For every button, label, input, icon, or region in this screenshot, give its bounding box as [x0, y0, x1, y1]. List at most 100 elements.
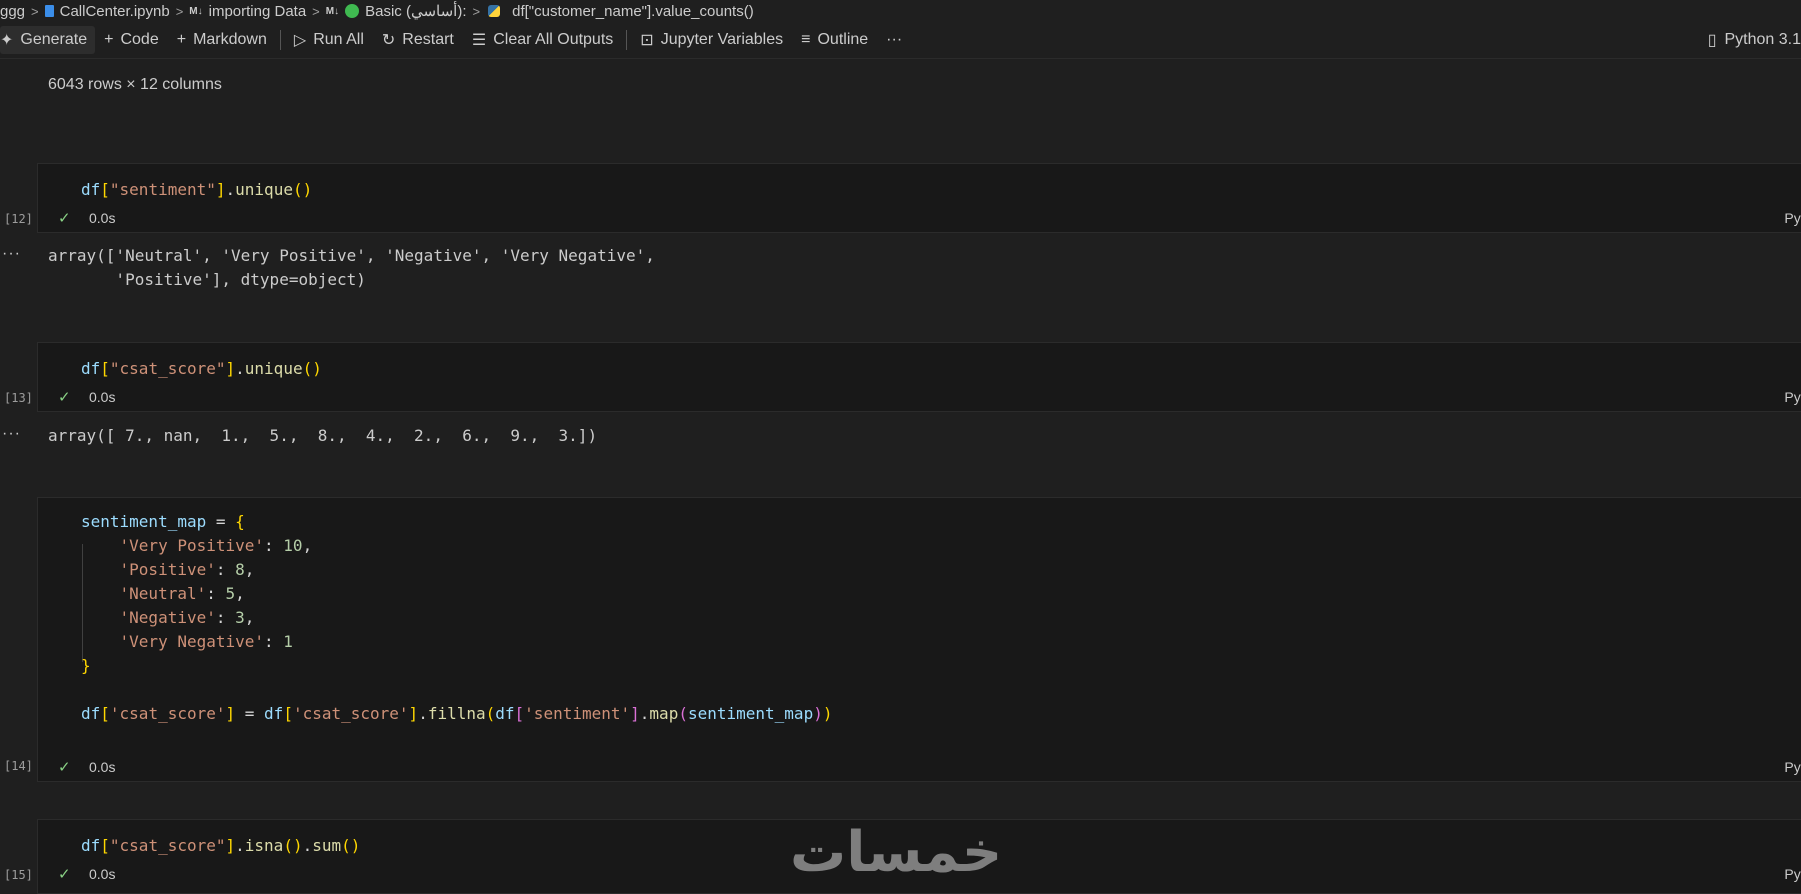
plus-icon: +: [177, 31, 186, 49]
cell-language[interactable]: Python: [1784, 210, 1801, 226]
code-cell[interactable]: sentiment_map = { 'Very Positive': 10, '…: [37, 497, 1801, 782]
code-token: "csat_score": [110, 359, 226, 378]
cell-status-bar: ✓ 0.0s Python: [38, 209, 1801, 229]
code-cell[interactable]: df["csat_score"].unique() ✓ 0.0s Python: [37, 342, 1801, 412]
cell-language[interactable]: Python: [1784, 389, 1801, 405]
breadcrumb-item-subsection[interactable]: Basic (أساسي):: [365, 2, 466, 20]
breadcrumb-item-section[interactable]: importing Data: [209, 3, 307, 20]
restart-button[interactable]: ↻ Restart: [373, 26, 463, 54]
execution-count: [13]: [4, 391, 33, 405]
breadcrumb-item-cell[interactable]: df["customer_name"].value_counts(): [512, 3, 754, 20]
play-icon: ▷: [294, 30, 306, 50]
sparkle-icon: ✦: [0, 30, 13, 50]
add-code-button[interactable]: + Code: [95, 26, 168, 54]
toolbar-divider: [626, 30, 627, 50]
code-token: 'Positive': [120, 560, 216, 579]
code-token: 'sentiment': [524, 704, 630, 723]
add-markdown-button[interactable]: + Markdown: [168, 26, 276, 54]
code-token: 5: [226, 584, 236, 603]
clear-all-outputs-button[interactable]: ☰ Clear All Outputs: [463, 26, 622, 54]
check-icon: ✓: [58, 388, 71, 406]
cell-code[interactable]: df["sentiment"].unique(): [81, 178, 312, 202]
code-token: 'csat_score': [110, 704, 226, 723]
clear-all-label: Clear All Outputs: [493, 31, 613, 49]
chevron-right-icon: >: [473, 4, 481, 19]
output-line: array([ 7., nan, 1., 5., 8., 4., 2., 6.,…: [48, 424, 597, 448]
code-token: fillna: [428, 704, 486, 723]
code-token: "sentiment": [110, 180, 216, 199]
outline-button[interactable]: ≡ Outline: [792, 26, 877, 54]
execution-time: 0.0s: [89, 866, 115, 882]
code-label: Code: [120, 31, 158, 49]
check-icon: ✓: [58, 865, 71, 883]
kernel-icon: ▯: [1708, 30, 1717, 50]
restart-label: Restart: [402, 31, 454, 49]
watermark-logo: خمسات: [790, 820, 1002, 885]
outline-label: Outline: [817, 31, 868, 49]
code-token: 'Very Positive': [120, 536, 265, 555]
output-more-icon[interactable]: ···: [2, 425, 21, 443]
markdown-icon: M↓: [189, 6, 202, 17]
cell-output: array(['Neutral', 'Very Positive', 'Nega…: [48, 244, 655, 292]
restart-icon: ↻: [382, 30, 395, 50]
run-all-label: Run All: [313, 31, 364, 49]
markdown-icon: M↓: [326, 6, 339, 17]
code-token: map: [649, 704, 678, 723]
generate-label: Generate: [20, 31, 87, 49]
code-token: 'csat_score': [293, 704, 409, 723]
kernel-picker[interactable]: ▯ Python 3.1: [1708, 22, 1801, 58]
cell-output: array([ 7., nan, 1., 5., 8., 4., 2., 6.,…: [48, 424, 597, 448]
code-token: sentiment_map: [688, 704, 813, 723]
chevron-right-icon: >: [312, 4, 320, 19]
jupyter-variables-button[interactable]: ⊡ Jupyter Variables: [631, 26, 792, 54]
code-token: df: [81, 704, 100, 723]
code-token: 'Negative': [120, 608, 216, 627]
jupyter-variables-label: Jupyter Variables: [661, 31, 783, 49]
code-token: unique: [245, 359, 303, 378]
chevron-right-icon: >: [31, 4, 39, 19]
cell-code[interactable]: sentiment_map = { 'Very Positive': 10, '…: [81, 510, 832, 726]
code-token: 10: [283, 536, 302, 555]
chevron-right-icon: >: [176, 4, 184, 19]
list-icon: ≡: [801, 31, 810, 49]
python-icon: [488, 5, 500, 17]
code-token: df: [495, 704, 514, 723]
run-all-button[interactable]: ▷ Run All: [285, 26, 373, 54]
code-token: 8: [235, 560, 245, 579]
code-token: df: [81, 180, 100, 199]
code-token: df: [81, 359, 100, 378]
execution-count: [15]: [4, 868, 33, 882]
check-icon: ✓: [58, 209, 71, 227]
ellipsis-icon: ···: [886, 31, 902, 49]
execution-time: 0.0s: [89, 759, 115, 775]
output-line: 'Positive'], dtype=object): [48, 268, 655, 292]
breadcrumb-item-folder[interactable]: ggg: [0, 3, 25, 20]
status-dot-icon: [345, 4, 359, 18]
execution-time: 0.0s: [89, 389, 115, 405]
code-token: unique: [235, 180, 293, 199]
cell-language[interactable]: Python: [1784, 759, 1801, 775]
code-token: isna: [245, 836, 284, 855]
code-token: sum: [312, 836, 341, 855]
more-actions-button[interactable]: ···: [877, 26, 911, 54]
code-token: df: [81, 836, 100, 855]
code-token: 1: [283, 632, 293, 651]
execution-time: 0.0s: [89, 210, 115, 226]
variables-icon: ⊡: [640, 30, 653, 50]
cell-code[interactable]: df["csat_score"].unique(): [81, 357, 322, 381]
cell-code[interactable]: df["csat_score"].isna().sum(): [81, 834, 360, 858]
code-token: 'Very Negative': [120, 632, 265, 651]
code-cell[interactable]: df["sentiment"].unique() ✓ 0.0s Python: [37, 163, 1801, 233]
breadcrumb-item-notebook[interactable]: CallCenter.ipynb: [60, 3, 170, 20]
output-more-icon[interactable]: ···: [2, 245, 21, 263]
cell-language[interactable]: Python: [1784, 866, 1801, 882]
markdown-label: Markdown: [193, 31, 267, 49]
generate-button[interactable]: ✦ Generate: [0, 26, 95, 54]
code-token: df: [264, 704, 283, 723]
clear-all-icon: ☰: [472, 30, 486, 50]
dataframe-shape-output: 6043 rows × 12 columns: [48, 76, 222, 94]
code-token: 3: [235, 608, 245, 627]
output-line: array(['Neutral', 'Very Positive', 'Nega…: [48, 244, 655, 268]
plus-icon: +: [104, 31, 113, 49]
code-token: 'Neutral': [120, 584, 207, 603]
